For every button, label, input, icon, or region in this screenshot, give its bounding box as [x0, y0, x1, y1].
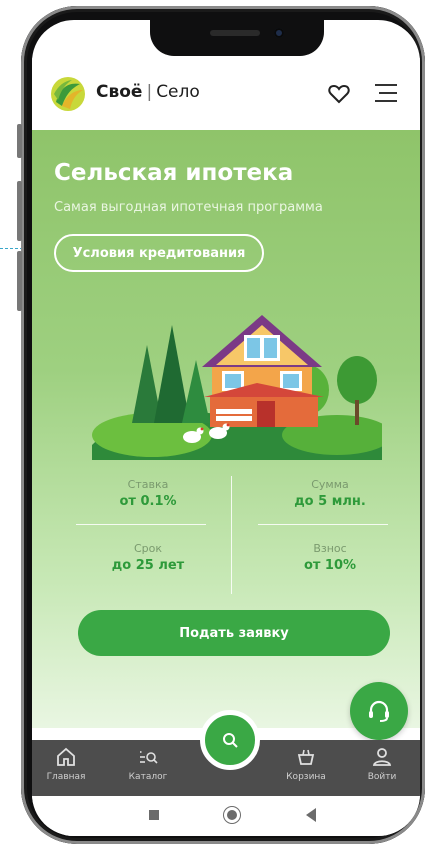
speaker [210, 30, 260, 36]
support-button[interactable] [350, 682, 408, 740]
tab-catalog-label: Каталог [128, 772, 168, 782]
conditions-button[interactable]: Условия кредитования [54, 234, 264, 272]
recent-apps-icon[interactable] [149, 810, 159, 820]
stats-divider-left [76, 524, 206, 525]
hero-subtitle: Самая выгодная ипотечная программа [54, 200, 323, 215]
catalog-search-icon [140, 751, 158, 764]
tab-basket[interactable]: Корзина [276, 746, 336, 782]
stat-rate-value: от 0.1% [119, 494, 177, 509]
search-icon [223, 733, 238, 748]
stat-rate: Ставка от 0.1% [68, 478, 228, 509]
tab-login[interactable]: Войти [352, 746, 412, 782]
stat-sum-value: до 5 млн. [294, 494, 366, 509]
heart-icon[interactable] [328, 84, 350, 104]
stat-term: Срок до 25 лет [68, 542, 228, 573]
stat-sum: Сумма до 5 млн. [250, 478, 410, 509]
mute-switch [17, 124, 22, 158]
home-icon [57, 747, 75, 766]
apply-button[interactable]: Подать заявку [78, 610, 390, 656]
system-nav-bar [32, 796, 420, 836]
stat-fee: Взнос от 10% [250, 542, 410, 573]
stats-divider-vertical [231, 476, 232, 594]
phone-screen: Своё | Село Сельская ипотека Самая выгодна… [32, 20, 420, 836]
stats-divider-right [258, 524, 388, 525]
stat-rate-label: Ставка [127, 478, 169, 491]
hero-title: Сельская ипотека [54, 160, 294, 186]
app-header: Своё | Село [32, 58, 420, 130]
brand-logo-icon[interactable] [50, 76, 86, 112]
volume-up-button [17, 181, 22, 241]
tab-home[interactable]: Главная [36, 746, 96, 782]
tab-login-label: Войти [367, 772, 397, 782]
brand-name-bold: Своё [96, 82, 143, 102]
basket-icon [297, 749, 315, 765]
brand-name-rest: Село [156, 82, 200, 102]
house-illustration [92, 315, 382, 460]
stat-fee-label: Взнос [313, 542, 347, 555]
home-circle-icon[interactable] [224, 807, 240, 823]
tab-home-label: Главная [46, 772, 86, 782]
back-icon[interactable] [306, 808, 316, 822]
search-button[interactable] [200, 710, 260, 770]
headset-icon [369, 700, 389, 722]
notch [150, 20, 324, 56]
volume-down-button [17, 251, 22, 311]
brand-name[interactable]: Своё | Село [96, 82, 200, 102]
user-icon [372, 748, 392, 766]
brand-separator: | [146, 82, 153, 102]
tab-catalog[interactable]: Каталог [118, 746, 178, 782]
stat-sum-label: Сумма [311, 478, 349, 491]
stat-term-value: до 25 лет [111, 558, 185, 573]
tab-basket-label: Корзина [286, 772, 326, 782]
camera [274, 28, 284, 38]
stat-term-label: Срок [133, 542, 163, 555]
stat-fee-value: от 10% [303, 558, 357, 573]
hamburger-menu-icon[interactable] [375, 84, 397, 104]
